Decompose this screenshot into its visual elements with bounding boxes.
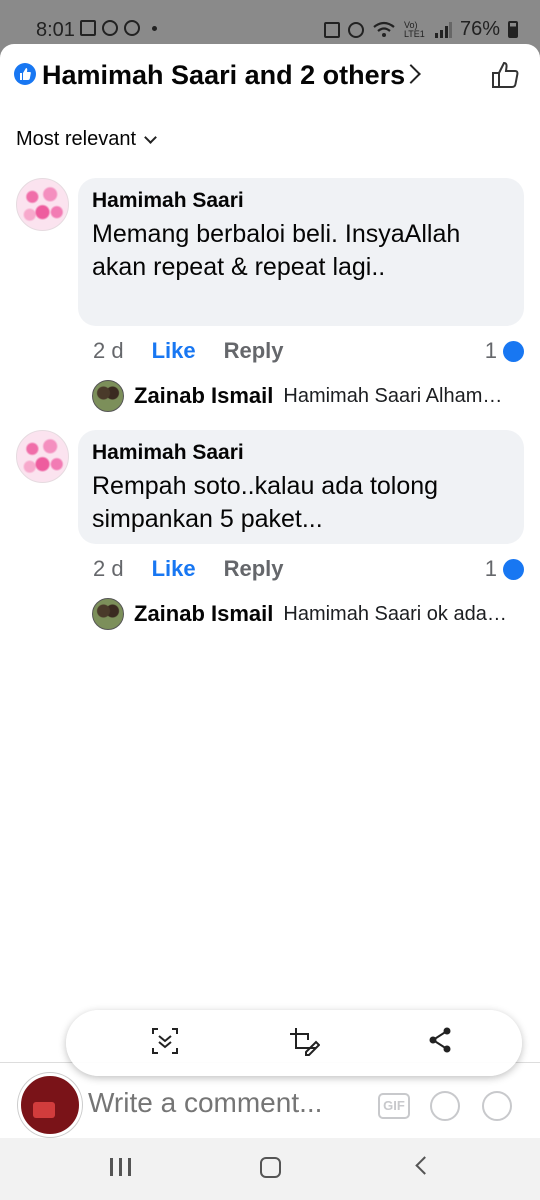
system-navigation-bar: [0, 1138, 540, 1200]
emoji-icon[interactable]: [482, 1091, 512, 1121]
gif-button[interactable]: GIF: [378, 1093, 410, 1119]
comment-bubble[interactable]: Hamimah Saari Rempah soto..kalau ada tol…: [78, 430, 524, 544]
battery-icon: [508, 21, 518, 38]
crop-edit-icon[interactable]: [288, 1026, 320, 1058]
more-notifications-icon: [152, 25, 157, 31]
reactions-comments-sheet: Hamimah Saari and 2 others Most relevant…: [0, 44, 540, 1138]
comment-actions: 2 d Like Reply: [93, 556, 284, 582]
comment-author[interactable]: Hamimah Saari: [92, 440, 510, 466]
system-icons: Vo) LTE1 76%: [323, 18, 518, 41]
facebook-notification-icon: [102, 20, 118, 36]
home-button[interactable]: [260, 1157, 281, 1178]
like-reaction-icon: [14, 63, 36, 85]
comment-age: 2 d: [93, 556, 124, 581]
sort-filter-dropdown[interactable]: Most relevant: [16, 128, 157, 151]
b-app-icon: [124, 20, 140, 36]
lock-icon: [323, 21, 340, 38]
reply-text: Hamimah Saari ok ada…: [283, 602, 507, 625]
reply-author: Zainab Ismail: [134, 601, 274, 626]
volte-label: Vo) LTE1: [403, 19, 425, 39]
notification-icons: [80, 20, 157, 36]
reactions-title[interactable]: Hamimah Saari and 2 others: [42, 60, 405, 91]
comment-actions: 2 d Like Reply: [93, 338, 284, 364]
sort-filter-label: Most relevant: [16, 128, 137, 150]
reaction-count-number: 1: [484, 556, 497, 581]
reply-text: Hamimah Saari Alham…: [283, 384, 503, 407]
gallery-icon: [80, 20, 96, 36]
status-time: 8:01: [36, 19, 75, 41]
like-button[interactable]: Like: [152, 556, 196, 582]
share-icon[interactable]: [426, 1026, 454, 1054]
like-reaction-icon: [503, 340, 524, 362]
comment-bubble[interactable]: Hamimah Saari Memang berbaloi beli. Insy…: [78, 178, 524, 326]
recent-apps-button[interactable]: [110, 1158, 131, 1176]
avatar: [92, 380, 124, 412]
reply-button[interactable]: Reply: [224, 556, 284, 582]
reply-preview[interactable]: Zainab Ismail Hamimah Saari Alham…: [92, 380, 528, 412]
avatar: [92, 598, 124, 630]
reply-preview[interactable]: Zainab Ismail Hamimah Saari ok ada…: [92, 598, 528, 630]
thumbs-up-outline-icon[interactable]: [490, 60, 520, 90]
sheet-header: Hamimah Saari and 2 others: [0, 44, 540, 110]
sticker-icon[interactable]: [430, 1091, 460, 1121]
reaction-count[interactable]: 1: [485, 556, 524, 582]
reaction-count-number: 1: [484, 338, 497, 363]
screenshot-toolbar: [66, 1010, 522, 1076]
chevron-down-icon: [144, 130, 157, 144]
reaction-count[interactable]: 1: [485, 338, 524, 364]
reply-button[interactable]: Reply: [224, 338, 284, 364]
comment-text: Memang berbaloi beli. InsyaAllah akan re…: [92, 220, 461, 281]
comment-author[interactable]: Hamimah Saari: [92, 188, 510, 214]
status-bar: 8:01 Vo) LTE1 76%: [0, 0, 540, 44]
avatar[interactable]: [16, 430, 69, 483]
battery-percent: 76%: [459, 18, 500, 40]
scroll-capture-icon[interactable]: [150, 1026, 180, 1056]
like-button[interactable]: Like: [152, 338, 196, 364]
alarm-icon: [347, 21, 364, 38]
wifi-icon: [373, 21, 395, 37]
comment-text: Rempah soto..kalau ada tolong simpankan …: [92, 472, 439, 533]
comment-input[interactable]: [88, 1087, 378, 1119]
product-thumbnail[interactable]: [18, 1073, 82, 1137]
back-button[interactable]: [415, 1156, 434, 1175]
signal-icon: [434, 21, 452, 38]
avatar[interactable]: [16, 178, 69, 231]
comment-age: 2 d: [93, 338, 124, 363]
reply-author: Zainab Ismail: [134, 383, 274, 408]
package-image: [33, 1102, 55, 1118]
like-reaction-icon: [503, 558, 524, 580]
